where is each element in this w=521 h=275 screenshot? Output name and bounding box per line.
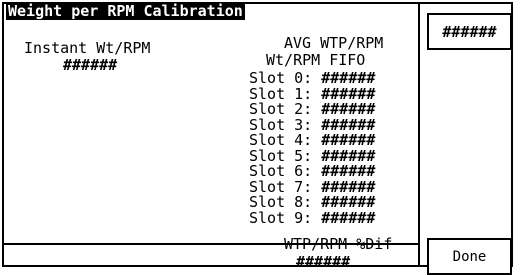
readout-value-box: ######	[427, 13, 512, 50]
wtp-rpm-dif-label: WTP/RPM %Dif	[284, 235, 393, 253]
readout-value: ######	[442, 22, 497, 41]
instant-wt-rpm-label: Instant Wt/RPM	[24, 39, 151, 57]
slot-label: Slot 9:	[249, 208, 313, 227]
wtp-rpm-dif-value: ######	[296, 253, 351, 271]
done-button-label: Done	[452, 248, 487, 265]
slot-value: ######	[321, 208, 376, 227]
done-button[interactable]: Done	[427, 238, 512, 275]
fifo-label: Wt/RPM FIFO	[266, 51, 366, 69]
slot-row: Slot 9: ######	[249, 208, 376, 227]
slot-list: Slot 0: ###### Slot 1: ###### Slot 2: ##…	[249, 70, 376, 227]
instant-wt-rpm-value: ######	[63, 56, 118, 74]
avg-wtp-rpm-label: AVG WTP/RPM	[284, 34, 384, 52]
screen-title: Weight per RPM Calibration	[6, 2, 245, 20]
divider-vertical	[418, 3, 420, 266]
